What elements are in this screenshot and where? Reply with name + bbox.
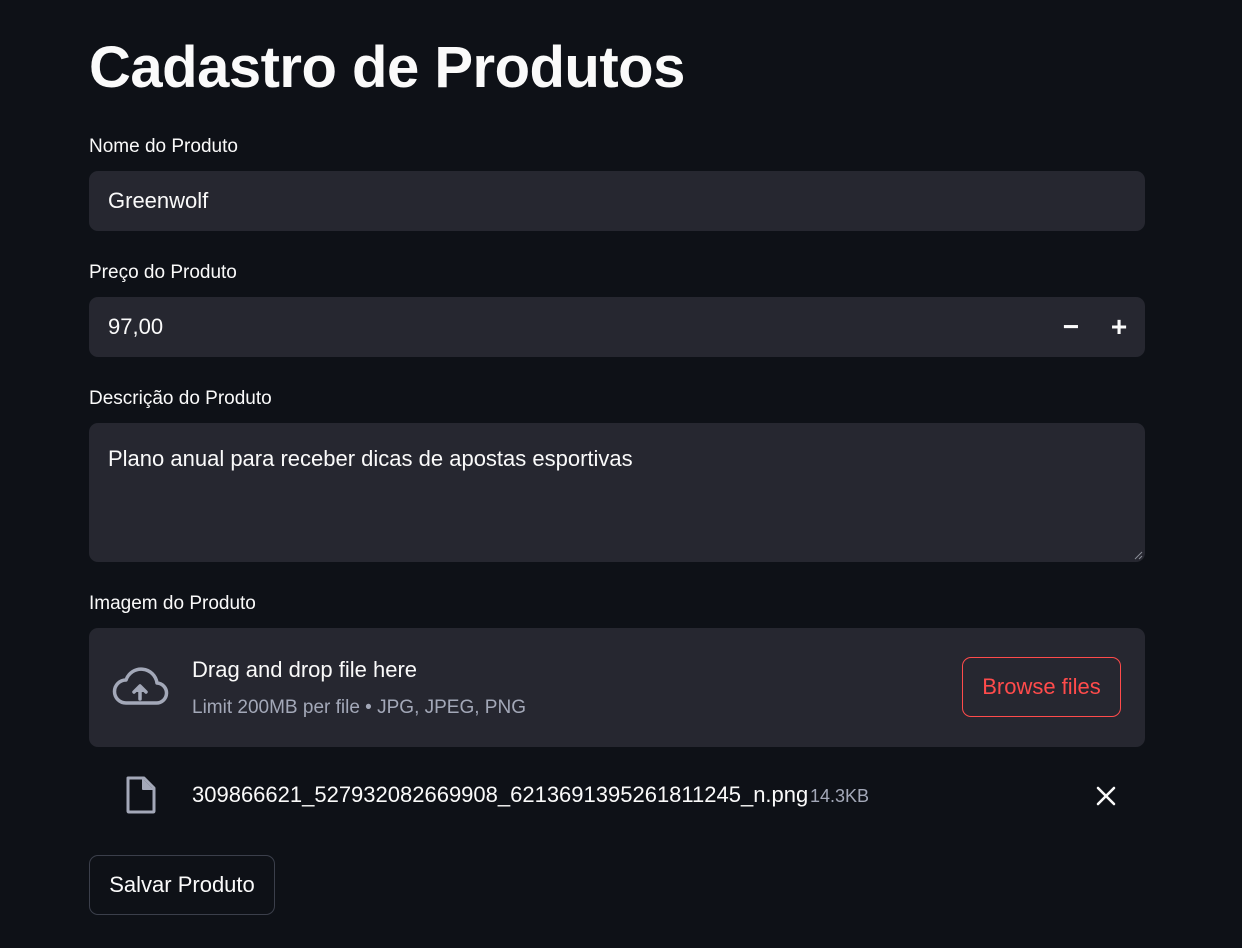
price-increment-button[interactable]: + [1095, 297, 1143, 357]
file-icon [126, 776, 156, 814]
uploaded-file-name: 309866621_527932082669908_62136913952618… [192, 782, 809, 807]
uploaded-file-size: 14.3KB [810, 786, 870, 806]
product-name-field [89, 171, 1145, 231]
product-price-label: Preço do Produto [89, 262, 237, 283]
save-product-button[interactable]: Salvar Produto [89, 855, 275, 915]
resize-handle-icon[interactable] [1133, 550, 1143, 560]
browse-files-button[interactable]: Browse files [962, 657, 1121, 717]
product-price-input[interactable] [89, 297, 1029, 357]
product-name-label: Nome do Produto [89, 136, 238, 157]
uploaded-file-row: 309866621_527932082669908_62136913952618… [89, 764, 1145, 824]
price-decrement-button[interactable]: − [1047, 297, 1095, 357]
close-icon[interactable] [1092, 782, 1120, 810]
product-name-input[interactable] [89, 171, 1029, 231]
file-dropzone[interactable]: Drag and drop file here Limit 200MB per … [89, 628, 1145, 747]
product-description-label: Descrição do Produto [89, 388, 272, 409]
page-title: Cadastro de Produtos [89, 35, 685, 100]
product-description-textarea[interactable]: Plano anual para receber dicas de aposta… [89, 423, 1145, 562]
cloud-upload-icon [112, 667, 169, 705]
dropzone-limits: Limit 200MB per file • JPG, JPEG, PNG [192, 697, 526, 718]
dropzone-title: Drag and drop file here [192, 657, 418, 682]
product-image-label: Imagem do Produto [89, 593, 256, 614]
product-description-field: Plano anual para receber dicas de aposta… [89, 423, 1145, 562]
product-price-field: − + [89, 297, 1145, 357]
